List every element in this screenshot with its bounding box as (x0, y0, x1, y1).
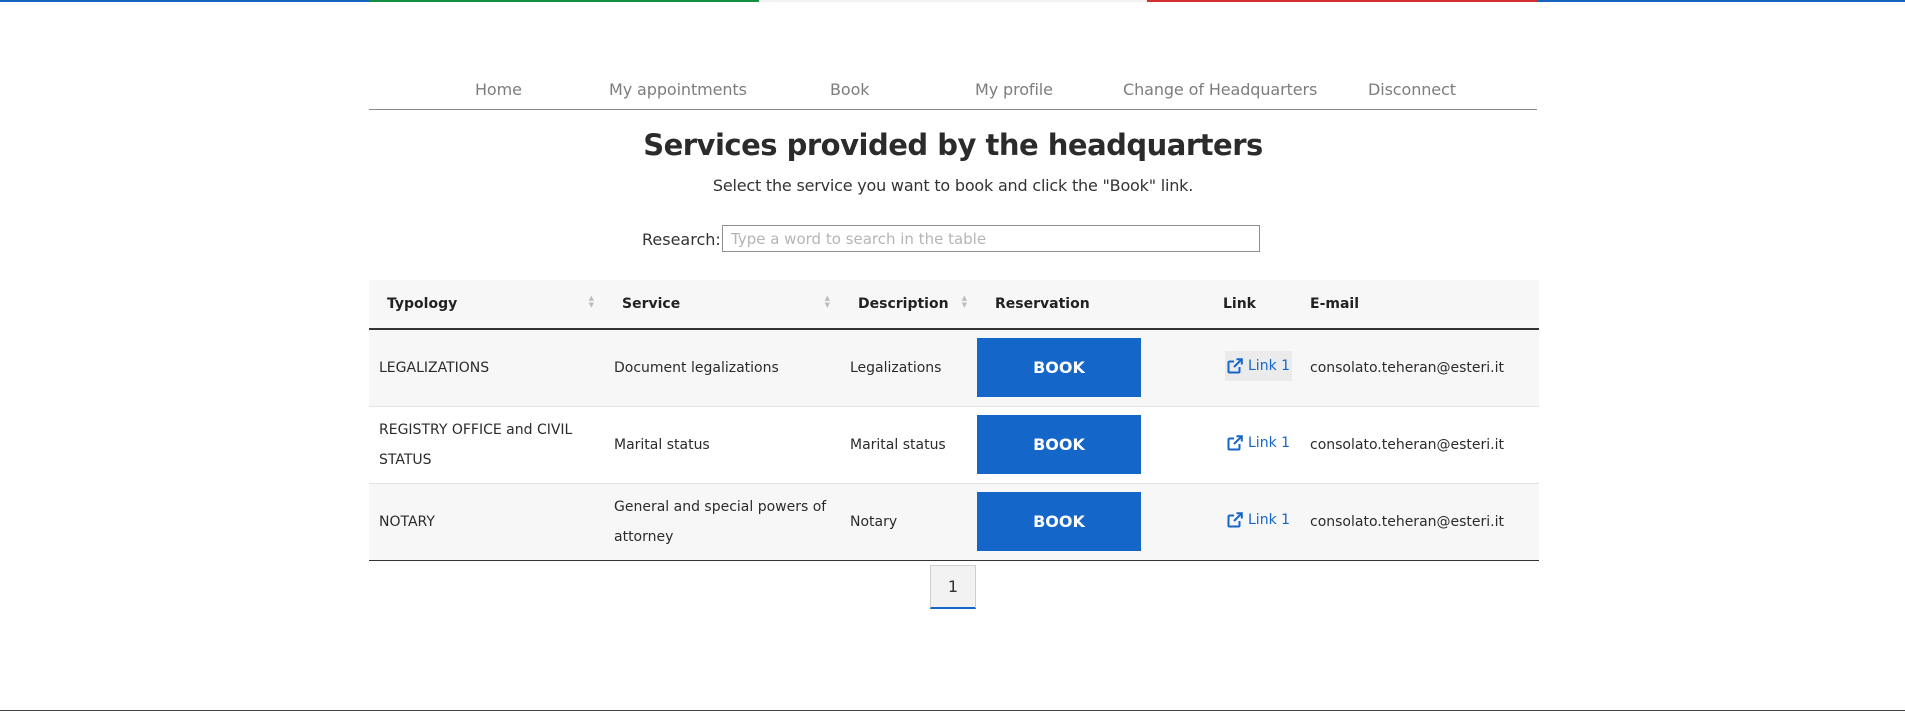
nav-my-appointments[interactable]: My appointments (609, 80, 747, 99)
header-typology-label: Typology (387, 296, 457, 312)
cell-email: consolato.teheran@esteri.it (1302, 329, 1539, 406)
book-button[interactable]: BOOK (977, 338, 1141, 397)
nav-disconnect[interactable]: Disconnect (1368, 80, 1456, 99)
services-table: Typology ▲▼ Service ▲▼ Description ▲▼ Re… (369, 280, 1539, 561)
sort-icon[interactable]: ▲▼ (825, 295, 830, 309)
cell-email: consolato.teheran@esteri.it (1302, 406, 1539, 483)
external-link-icon (1227, 358, 1243, 374)
cell-service: Marital status (604, 406, 840, 483)
cell-link: Link 1 (1209, 406, 1302, 483)
external-link[interactable]: Link 1 (1225, 428, 1292, 458)
book-button[interactable]: BOOK (977, 415, 1141, 474)
cell-typology: REGISTRY OFFICE and CIVIL STATUS (369, 406, 604, 483)
cell-service: General and special powers of attorney (604, 483, 840, 560)
page-subtitle: Select the service you want to book and … (369, 176, 1537, 195)
top-flag-bar (0, 0, 1905, 2)
cell-link: Link 1 (1209, 329, 1302, 406)
cell-service: Document legalizations (604, 329, 840, 406)
header-typology[interactable]: Typology ▲▼ (369, 280, 604, 329)
pagination-page-button[interactable]: 1 (930, 565, 976, 609)
external-link-icon (1227, 435, 1243, 451)
nav-home[interactable]: Home (475, 80, 522, 99)
cell-reservation: BOOK (977, 483, 1209, 560)
cell-typology: LEGALIZATIONS (369, 329, 604, 406)
book-button[interactable]: BOOK (977, 492, 1141, 551)
header-email: E-mail (1302, 280, 1539, 329)
flag-red-stripe (1147, 0, 1537, 2)
external-link[interactable]: Link 1 (1225, 505, 1292, 535)
link-label: Link 1 (1248, 351, 1290, 381)
flag-white-stripe (759, 0, 1147, 2)
sort-icon[interactable]: ▲▼ (962, 295, 967, 309)
header-link-label: Link (1223, 296, 1256, 312)
sort-icon[interactable]: ▲▼ (589, 295, 594, 309)
cell-reservation: BOOK (977, 406, 1209, 483)
table-header-row: Typology ▲▼ Service ▲▼ Description ▲▼ Re… (369, 280, 1539, 329)
link-label: Link 1 (1248, 505, 1290, 535)
cell-description: Marital status (840, 406, 977, 483)
search-input[interactable] (722, 225, 1260, 252)
header-reservation-label: Reservation (995, 296, 1090, 312)
header-description-label: Description (858, 296, 949, 312)
header-service[interactable]: Service ▲▼ (604, 280, 840, 329)
header-reservation: Reservation (977, 280, 1209, 329)
cell-typology: NOTARY (369, 483, 604, 560)
link-label: Link 1 (1248, 428, 1290, 458)
cell-reservation: BOOK (977, 329, 1209, 406)
nav-book[interactable]: Book (830, 80, 869, 99)
table-row: NOTARY General and special powers of att… (369, 483, 1539, 560)
header-email-label: E-mail (1310, 296, 1359, 312)
page-title: Services provided by the headquarters (369, 128, 1537, 162)
cell-description: Notary (840, 483, 977, 560)
external-link-icon (1227, 512, 1243, 528)
main-navigation: Home My appointments Book My profile Cha… (369, 70, 1537, 110)
external-link[interactable]: Link 1 (1225, 351, 1292, 381)
cell-link: Link 1 (1209, 483, 1302, 560)
nav-my-profile[interactable]: My profile (975, 80, 1053, 99)
cell-email: consolato.teheran@esteri.it (1302, 483, 1539, 560)
cell-description: Legalizations (840, 329, 977, 406)
table-row: LEGALIZATIONS Document legalizations Leg… (369, 329, 1539, 406)
flag-green-stripe (369, 0, 759, 2)
header-link: Link (1209, 280, 1302, 329)
table-row: REGISTRY OFFICE and CIVIL STATUS Marital… (369, 406, 1539, 483)
search-label: Research: (642, 230, 721, 249)
header-description[interactable]: Description ▲▼ (840, 280, 977, 329)
nav-change-headquarters[interactable]: Change of Headquarters (1123, 80, 1317, 99)
header-service-label: Service (622, 296, 680, 312)
